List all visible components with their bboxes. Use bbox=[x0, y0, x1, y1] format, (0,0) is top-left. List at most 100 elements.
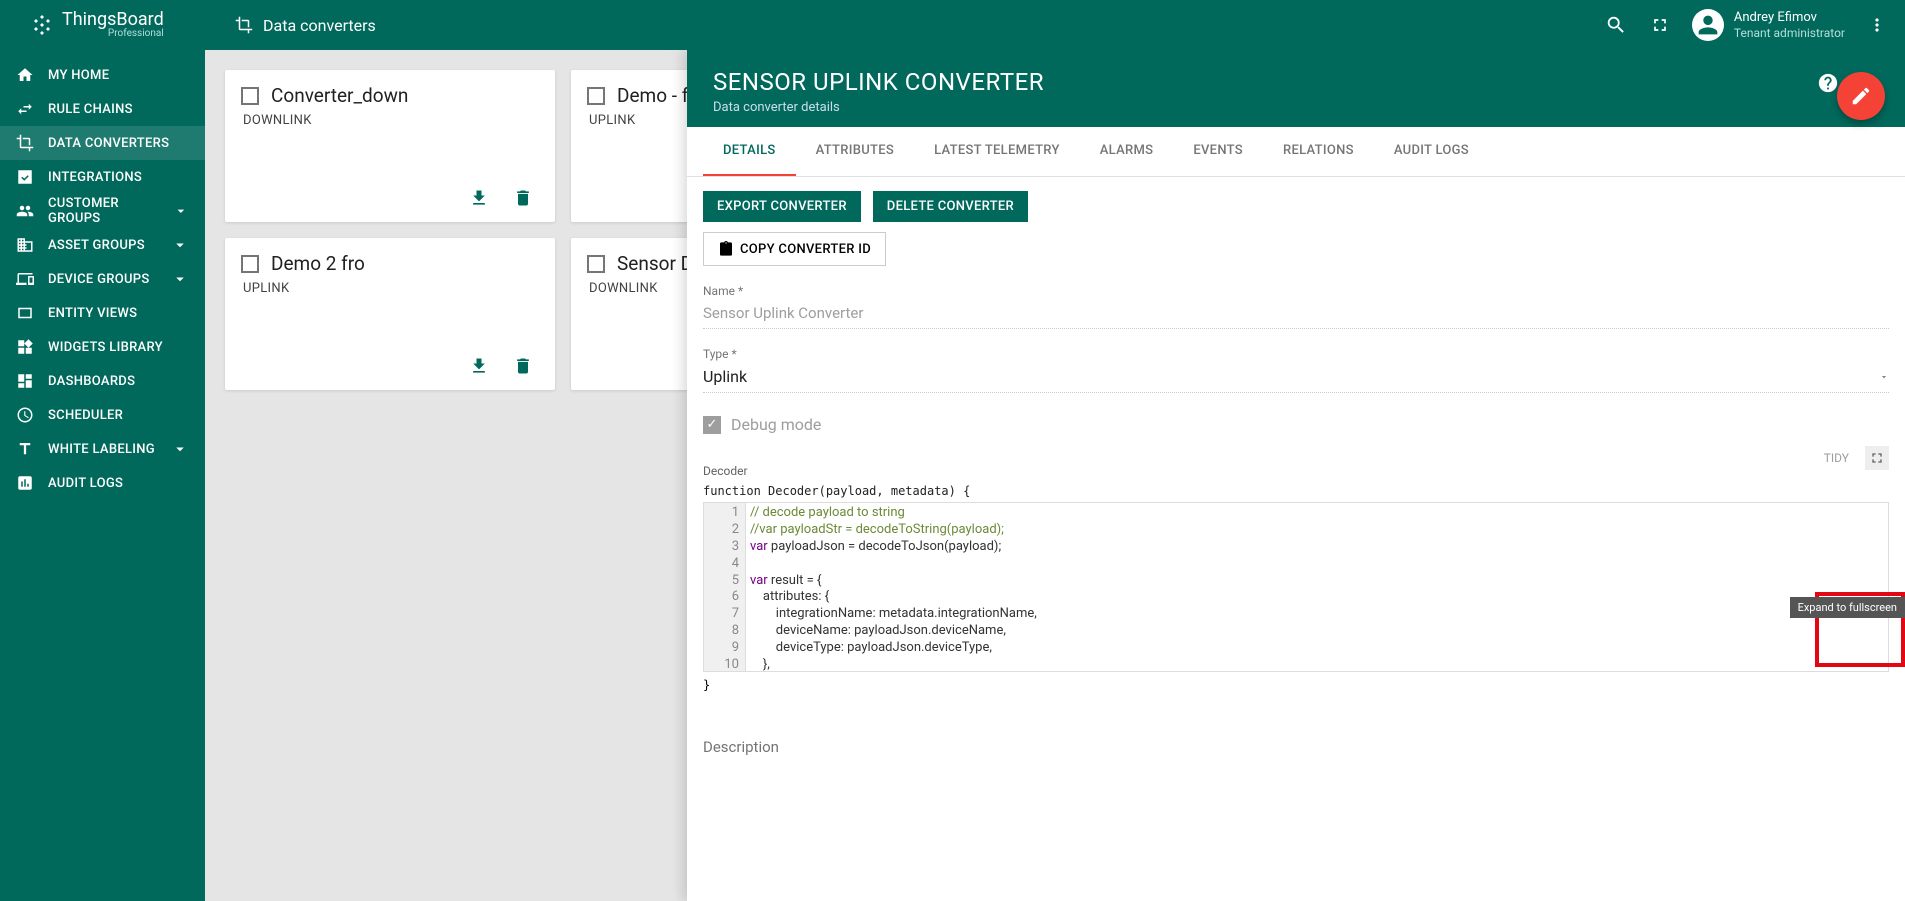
copy-converter-id-button[interactable]: COPY CONVERTER ID bbox=[703, 232, 886, 266]
user-menu[interactable]: Andrey Efimov Tenant administrator bbox=[1692, 9, 1845, 41]
help-button[interactable] bbox=[1817, 72, 1839, 98]
devices-icon bbox=[16, 270, 34, 288]
type-label: Type * bbox=[703, 347, 1889, 361]
more-vert-icon bbox=[1867, 15, 1887, 35]
track-icon bbox=[16, 474, 34, 492]
home-icon bbox=[16, 66, 34, 84]
name-label: Name * bbox=[703, 284, 1889, 298]
card-title: Converter_down bbox=[271, 84, 408, 107]
card-title: Demo 2 fro bbox=[271, 252, 365, 275]
sidebar-item-my-home[interactable]: MY HOME bbox=[0, 58, 205, 92]
fullscreen-icon bbox=[1650, 15, 1670, 35]
domain-icon bbox=[16, 236, 34, 254]
chevron-down-icon bbox=[171, 440, 189, 458]
card-checkbox[interactable] bbox=[587, 87, 605, 105]
logo-icon bbox=[30, 13, 54, 37]
group-icon bbox=[16, 202, 34, 220]
decoder-signature: function Decoder(payload, metadata) { bbox=[703, 484, 1889, 498]
expand-fullscreen-button[interactable] bbox=[1865, 446, 1889, 470]
card-checkbox[interactable] bbox=[241, 255, 259, 273]
edit-fab[interactable] bbox=[1837, 72, 1885, 120]
download-icon[interactable] bbox=[469, 356, 489, 376]
decoder-close: } bbox=[703, 678, 1889, 692]
dashboard-icon bbox=[16, 372, 34, 390]
tab-events[interactable]: EVENTS bbox=[1173, 127, 1263, 176]
export-converter-button[interactable]: EXPORT CONVERTER bbox=[703, 191, 861, 222]
search-icon bbox=[1605, 14, 1627, 36]
tab-alarms[interactable]: ALARMS bbox=[1080, 127, 1174, 176]
sidebar-item-asset-groups[interactable]: ASSET GROUPS bbox=[0, 228, 205, 262]
search-button[interactable] bbox=[1604, 13, 1628, 37]
sidebar-item-scheduler[interactable]: SCHEDULER bbox=[0, 398, 205, 432]
view-icon bbox=[16, 304, 34, 322]
clipboard-icon bbox=[718, 241, 734, 257]
app-header: ThingsBoard Professional Data converters… bbox=[0, 0, 1905, 50]
brand-edition: Professional bbox=[62, 29, 164, 39]
brand-name: ThingsBoard bbox=[62, 11, 164, 29]
detail-title: SENSOR UPLINK CONVERTER bbox=[713, 68, 1817, 96]
sidebar: MY HOMERULE CHAINSDATA CONVERTERSINTEGRA… bbox=[0, 50, 205, 901]
schedule-icon bbox=[16, 406, 34, 424]
chevron-down-icon bbox=[1879, 372, 1889, 382]
user-name: Andrey Efimov bbox=[1734, 10, 1845, 26]
format-icon bbox=[16, 440, 34, 458]
card-checkbox[interactable] bbox=[241, 87, 259, 105]
sidebar-item-white-labeling[interactable]: WHITE LABELING bbox=[0, 432, 205, 466]
edit-icon bbox=[1850, 85, 1872, 107]
tidy-button[interactable]: TIDY bbox=[1816, 447, 1857, 469]
expand-tooltip: Expand to fullscreen bbox=[1790, 597, 1905, 618]
card-type: UPLINK bbox=[243, 281, 539, 296]
card-type: DOWNLINK bbox=[243, 113, 539, 128]
tab-latest-telemetry[interactable]: LATEST TELEMETRY bbox=[914, 127, 1080, 176]
delete-converter-button[interactable]: DELETE CONVERTER bbox=[873, 191, 1028, 222]
detail-body: EXPORT CONVERTER DELETE CONVERTER COPY C… bbox=[687, 177, 1905, 901]
crop-icon bbox=[235, 16, 253, 34]
detail-subtitle: Data converter details bbox=[713, 100, 1817, 115]
converter-card[interactable]: Converter_down DOWNLINK bbox=[225, 70, 555, 222]
sidebar-item-rule-chains[interactable]: RULE CHAINS bbox=[0, 92, 205, 126]
code-body[interactable]: // decode payload to string//var payload… bbox=[746, 503, 1888, 671]
sidebar-item-dashboards[interactable]: DASHBOARDS bbox=[0, 364, 205, 398]
chevron-down-icon bbox=[171, 270, 189, 288]
delete-icon[interactable] bbox=[513, 188, 533, 208]
detail-panel: SENSOR UPLINK CONVERTER Data converter d… bbox=[687, 50, 1905, 901]
widgets-icon bbox=[16, 338, 34, 356]
chevron-down-icon bbox=[171, 236, 189, 254]
input-icon bbox=[16, 168, 34, 186]
fullscreen-button[interactable] bbox=[1648, 13, 1672, 37]
tab-audit-logs[interactable]: AUDIT LOGS bbox=[1374, 127, 1489, 176]
download-icon[interactable] bbox=[469, 188, 489, 208]
checkbox-checked-icon: ✓ bbox=[703, 416, 721, 434]
crop-icon bbox=[16, 134, 34, 152]
detail-tabs: DETAILSATTRIBUTESLATEST TELEMETRYALARMSE… bbox=[687, 127, 1905, 177]
delete-icon[interactable] bbox=[513, 356, 533, 376]
tab-details[interactable]: DETAILS bbox=[703, 127, 796, 176]
name-field[interactable]: Sensor Uplink Converter bbox=[703, 298, 1889, 329]
avatar-icon bbox=[1692, 9, 1724, 41]
description-label: Description bbox=[703, 738, 1889, 756]
tab-relations[interactable]: RELATIONS bbox=[1263, 127, 1374, 176]
page-title: Data converters bbox=[205, 16, 376, 35]
code-gutter: 12345678910111213 bbox=[704, 503, 746, 671]
sidebar-item-audit-logs[interactable]: AUDIT LOGS bbox=[0, 466, 205, 500]
type-select[interactable]: Uplink bbox=[703, 361, 1889, 393]
debug-mode-checkbox[interactable]: ✓ Debug mode bbox=[703, 415, 1889, 434]
sidebar-item-entity-views[interactable]: ENTITY VIEWS bbox=[0, 296, 205, 330]
logo[interactable]: ThingsBoard Professional bbox=[0, 11, 205, 39]
tab-attributes[interactable]: ATTRIBUTES bbox=[796, 127, 914, 176]
chevron-down-icon bbox=[173, 202, 189, 220]
card-checkbox[interactable] bbox=[587, 255, 605, 273]
sidebar-item-customer-groups[interactable]: CUSTOMER GROUPS bbox=[0, 194, 205, 228]
swap-icon bbox=[16, 100, 34, 118]
sidebar-item-widgets-library[interactable]: WIDGETS LIBRARY bbox=[0, 330, 205, 364]
sidebar-item-integrations[interactable]: INTEGRATIONS bbox=[0, 160, 205, 194]
sidebar-item-data-converters[interactable]: DATA CONVERTERS bbox=[0, 126, 205, 160]
detail-header: SENSOR UPLINK CONVERTER Data converter d… bbox=[687, 50, 1905, 127]
more-button[interactable] bbox=[1865, 13, 1889, 37]
code-editor[interactable]: 12345678910111213 // decode payload to s… bbox=[703, 502, 1889, 672]
fullscreen-icon bbox=[1869, 450, 1885, 466]
help-icon bbox=[1817, 72, 1839, 94]
user-role: Tenant administrator bbox=[1734, 26, 1845, 40]
sidebar-item-device-groups[interactable]: DEVICE GROUPS bbox=[0, 262, 205, 296]
converter-card[interactable]: Demo 2 fro UPLINK bbox=[225, 238, 555, 390]
